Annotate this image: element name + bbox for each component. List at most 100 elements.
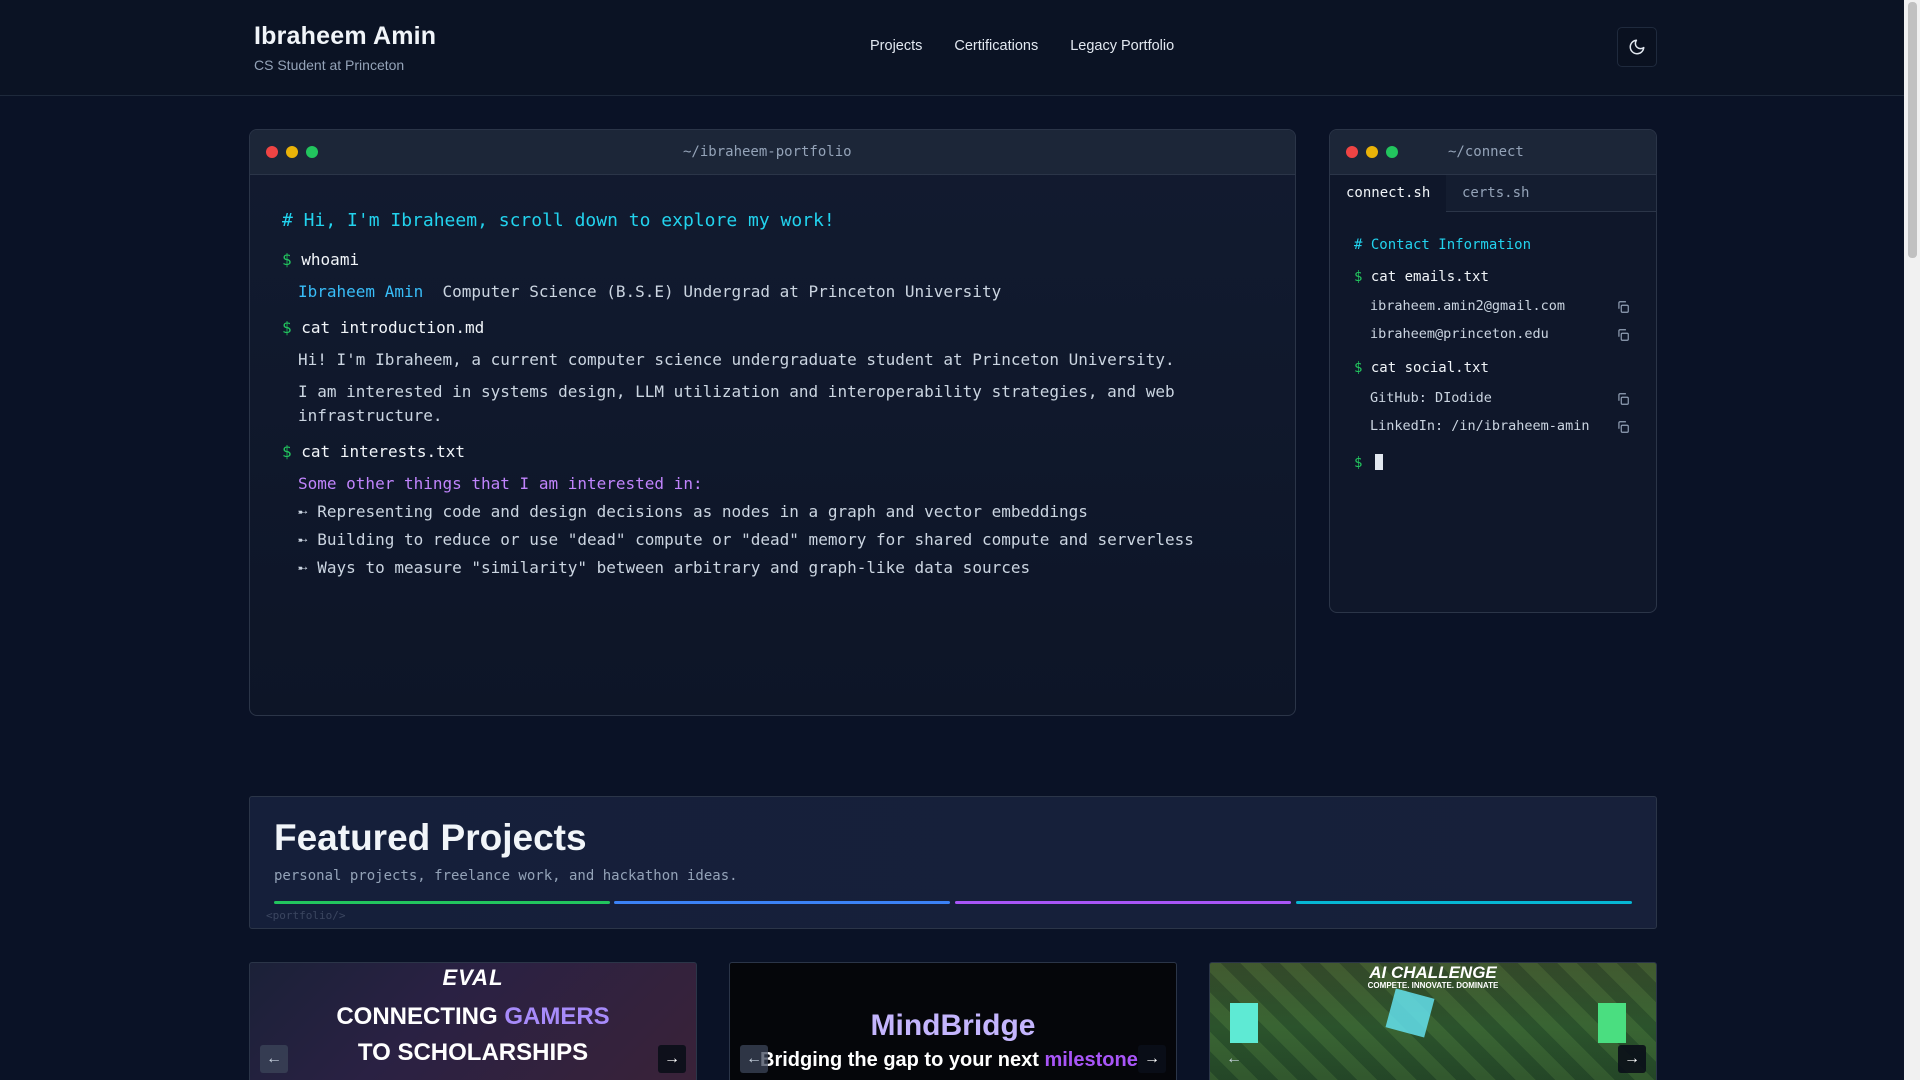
arrow-right-icon: →: [1144, 1050, 1160, 1067]
terminal-titlebar: ~/connect: [1330, 130, 1656, 175]
featured-projects-section: Featured Projects personal projects, fre…: [249, 796, 1657, 929]
social-github[interactable]: GitHub: DIodide: [1370, 390, 1492, 406]
project-card-ai-challenge[interactable]: AI CHALLENGE COMPETE. INNOVATE. DOMINATE…: [1209, 962, 1657, 1080]
copy-icon[interactable]: [1616, 420, 1630, 434]
contact-comment: # Contact Information: [1354, 237, 1532, 253]
carousel-next-button[interactable]: →: [658, 1045, 686, 1073]
interest-item: ➸ Representing code and design decisions…: [298, 502, 1088, 521]
intro-terminal: ~/ibraheem-portfolio # Hi, I'm Ibraheem,…: [249, 129, 1296, 716]
arrow-left-icon: ←: [746, 1050, 762, 1067]
carousel-next-button[interactable]: →: [1618, 1045, 1646, 1073]
interest-text: Ways to measure "similarity" between arb…: [317, 558, 1031, 577]
whoami-output: Ibraheem Amin Computer Science (B.S.E) U…: [298, 282, 1001, 301]
interest-text: Representing code and design decisions a…: [317, 502, 1088, 521]
nav-legacy-portfolio[interactable]: Legacy Portfolio: [1070, 38, 1174, 54]
mindbridge-tagline-accent: milestone: [1044, 1049, 1138, 1071]
arrow-right-icon: →: [1624, 1050, 1640, 1067]
arrow-bullet-icon: ➸: [298, 530, 308, 549]
site-header: Ibraheem Amin CS Student at Princeton Pr…: [0, 0, 1904, 96]
cursor-icon: [1374, 454, 1383, 470]
brand: Ibraheem Amin CS Student at Princeton: [254, 22, 436, 73]
interests-command-line: $ cat interests.txt: [282, 442, 465, 461]
terminal-title: ~/ibraheem-portfolio: [683, 144, 852, 160]
carousel-prev-button[interactable]: ←: [1220, 1045, 1248, 1073]
interests-command: cat interests.txt: [301, 442, 466, 461]
terminal-title: ~/connect: [1448, 144, 1524, 160]
whoami-command: whoami: [301, 250, 360, 269]
moon-icon: [1629, 39, 1645, 55]
close-dot-icon: [266, 146, 278, 158]
emails-command: cat emails.txt: [1370, 269, 1489, 285]
social-linkedin[interactable]: LinkedIn: /in/ibraheem-amin: [1370, 418, 1589, 434]
page-scrollbar[interactable]: [1904, 0, 1920, 1080]
emails-command-line: $ cat emails.txt: [1354, 269, 1489, 285]
mindbridge-tagline: Bridging the gap to your next milestone: [760, 1049, 1138, 1072]
tab-connect[interactable]: connect.sh: [1330, 175, 1446, 212]
terminal-tabs: connect.sh certs.sh: [1330, 175, 1656, 212]
greeting-comment: # Hi, I'm Ibraheem, scroll down to explo…: [282, 210, 835, 231]
site-name[interactable]: Ibraheem Amin: [254, 22, 436, 51]
minimize-dot-icon: [1366, 146, 1378, 158]
featured-subtitle: personal projects, freelance work, and h…: [274, 868, 738, 884]
eval-headline-text: CONNECTING: [336, 1003, 505, 1030]
intro-paragraph-1: Hi! I'm Ibraheem, a current computer sci…: [298, 350, 1175, 369]
arrow-right-icon: →: [664, 1050, 680, 1067]
eval-headline-accent: GAMERS: [504, 1003, 610, 1030]
arrow-left-icon: ←: [266, 1050, 282, 1067]
interest-item: ➸ Ways to measure "similarity" between a…: [298, 558, 1030, 577]
copy-icon[interactable]: [1616, 392, 1630, 406]
minimize-dot-icon: [286, 146, 298, 158]
ai-challenge-tagline: COMPETE. INNOVATE. DOMINATE: [1367, 981, 1499, 990]
prompt-symbol: $: [282, 318, 292, 337]
project-card-mindbridge[interactable]: MindBridge Bridging the gap to your next…: [729, 962, 1177, 1080]
interests-heading: Some other things that I am interested i…: [298, 474, 703, 493]
maximize-dot-icon: [1386, 146, 1398, 158]
close-dot-icon: [1346, 146, 1358, 158]
copy-icon[interactable]: [1616, 300, 1630, 314]
copy-icon[interactable]: [1616, 328, 1630, 342]
interest-text: Building to reduce or use "dead" compute…: [317, 530, 1194, 549]
nav-certifications[interactable]: Certifications: [954, 38, 1038, 54]
character-image: [1230, 1003, 1258, 1043]
prompt-symbol: $: [1354, 360, 1363, 376]
project-card-eval[interactable]: EVAL CONNECTING GAMERS TO SCHOLARSHIPS ←…: [249, 962, 697, 1080]
ai-challenge-title: AI CHALLENGE: [1369, 963, 1497, 982]
prompt-symbol: $: [282, 442, 292, 461]
carousel-prev-button[interactable]: ←: [740, 1045, 768, 1073]
intro-command-line: $ cat introduction.md: [282, 318, 484, 337]
accent-bar-blue: [614, 901, 950, 904]
intro-paragraph-2-line-1: I am interested in systems design, LLM u…: [298, 382, 1175, 401]
prompt-symbol: $: [282, 250, 292, 269]
carousel-prev-button[interactable]: ←: [260, 1045, 288, 1073]
portfolio-tag: <portfolio/>: [266, 909, 346, 922]
interest-item: ➸ Building to reduce or use "dead" compu…: [298, 530, 1194, 549]
prompt-symbol: $: [1354, 269, 1363, 285]
intro-command: cat introduction.md: [301, 318, 485, 337]
eval-logo: EVAL: [442, 965, 504, 990]
arrow-bullet-icon: ➸: [298, 558, 308, 577]
social-command-line: $ cat social.txt: [1354, 360, 1489, 376]
email-princeton[interactable]: ibraheem@princeton.edu: [1370, 326, 1549, 342]
accent-bar-purple: [955, 901, 1291, 904]
featured-title: Featured Projects: [274, 817, 587, 858]
terminal-titlebar: ~/ibraheem-portfolio: [250, 130, 1295, 175]
arrow-left-icon: ←: [1226, 1050, 1242, 1067]
connect-terminal: ~/connect connect.sh certs.sh # Contact …: [1329, 129, 1657, 613]
email-gmail[interactable]: ibraheem.amin2@gmail.com: [1370, 298, 1565, 314]
eval-headline-1: CONNECTING GAMERS: [250, 1003, 696, 1031]
mindbridge-tagline-text: Bridging the gap to your next: [760, 1049, 1045, 1071]
whoami-name: Ibraheem Amin: [298, 282, 424, 301]
creeper-image: [1598, 1003, 1626, 1043]
accent-bar-cyan: [1296, 901, 1632, 904]
scrollbar-thumb[interactable]: [1908, 2, 1917, 258]
mindbridge-title: MindBridge: [870, 1009, 1036, 1042]
site-subtitle: CS Student at Princeton: [254, 57, 405, 73]
nav-projects[interactable]: Projects: [870, 38, 922, 54]
input-prompt-line[interactable]: $: [1354, 454, 1383, 471]
arrow-bullet-icon: ➸: [298, 502, 308, 521]
maximize-dot-icon: [306, 146, 318, 158]
theme-toggle-button[interactable]: [1617, 27, 1657, 67]
whoami-command-line: $ whoami: [282, 250, 359, 269]
tab-certs[interactable]: certs.sh: [1446, 175, 1546, 212]
carousel-next-button[interactable]: →: [1138, 1045, 1166, 1073]
